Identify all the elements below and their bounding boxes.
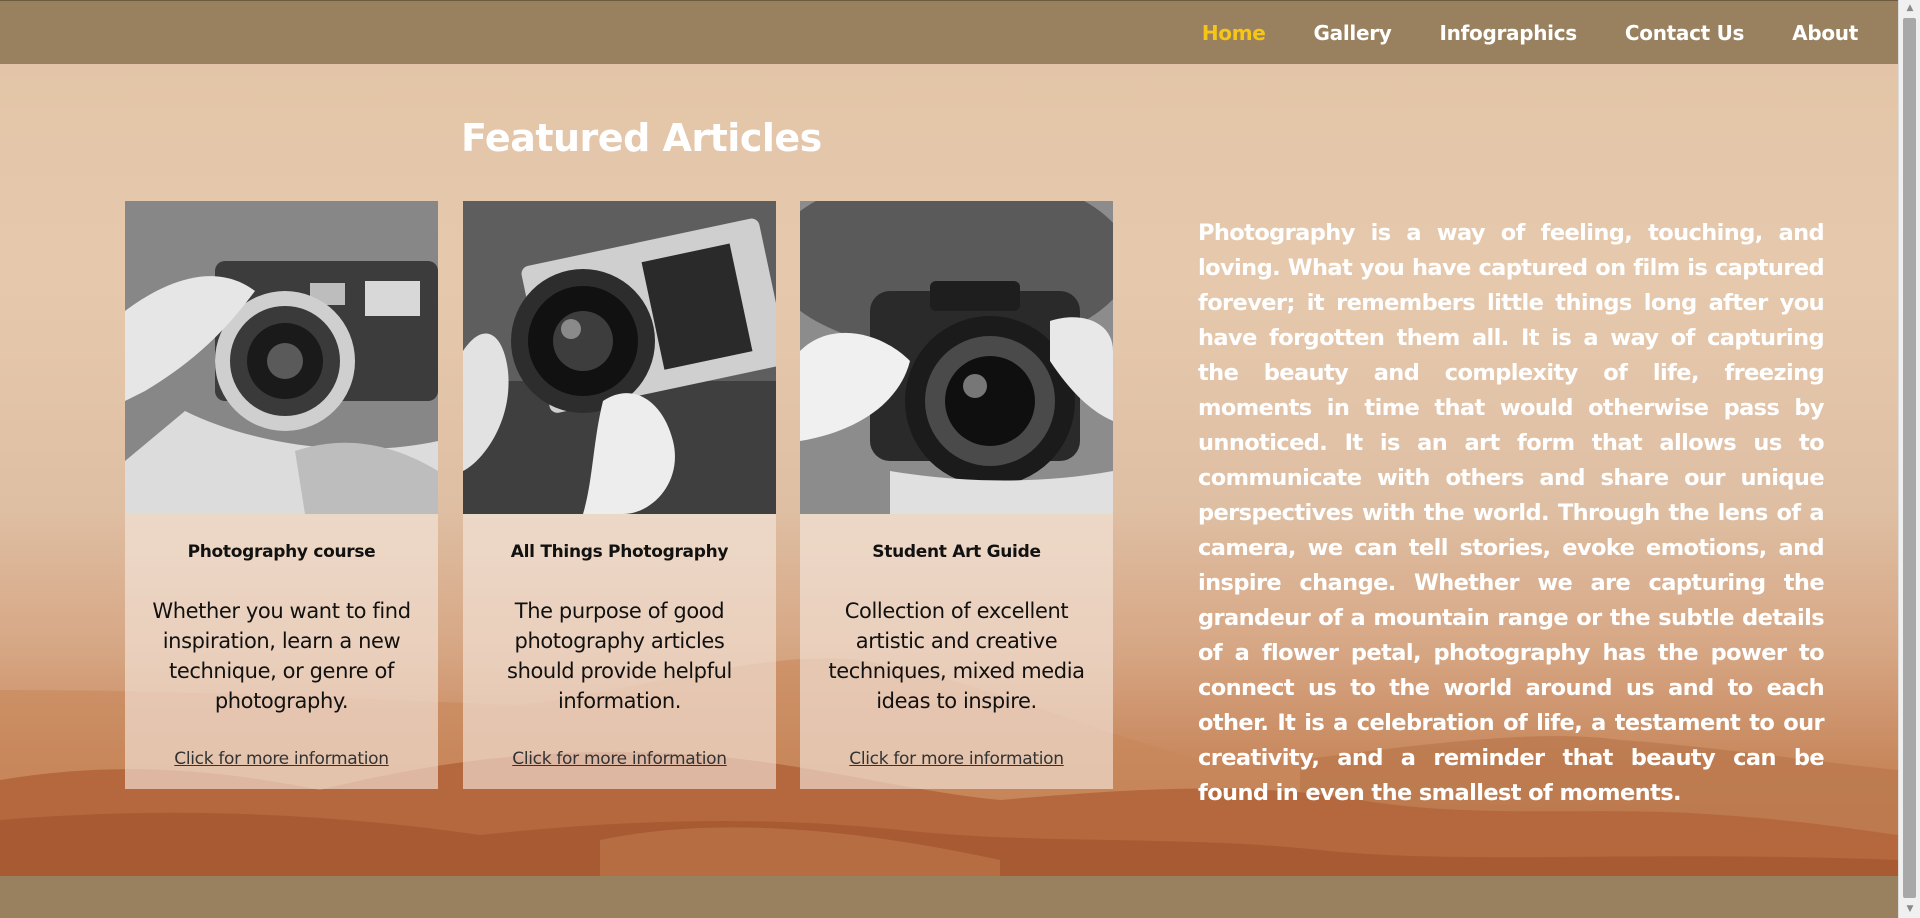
article-card: Photography course Whether you want to f… (125, 201, 438, 789)
footer-bar (0, 876, 1898, 918)
article-card: Student Art Guide Collection of excellen… (800, 201, 1113, 789)
card-description: Whether you want to find inspiration, le… (152, 599, 411, 713)
vertical-scrollbar[interactable]: ▲ ▼ (1898, 0, 1920, 918)
nav-gallery[interactable]: Gallery (1314, 21, 1392, 45)
card-more-info-link[interactable]: Click for more information (800, 749, 1113, 769)
scrollbar-thumb[interactable] (1903, 18, 1916, 898)
card-more-info-link[interactable]: Click for more information (463, 749, 776, 769)
photography-quote: Photography is a way of feeling, touchin… (1198, 220, 1825, 806)
card-title: Student Art Guide (872, 542, 1041, 562)
card-more-info-link[interactable]: Click for more information (125, 749, 438, 769)
nav-about[interactable]: About (1792, 21, 1858, 45)
person-holding-camera-photo[interactable] (800, 201, 1113, 514)
featured-articles-heading: Featured Articles (461, 116, 822, 160)
article-card: All Things Photography The purpose of go… (463, 201, 776, 789)
top-navbar: Home Gallery Infographics Contact Us Abo… (0, 0, 1898, 64)
nav-contact-us[interactable]: Contact Us (1625, 21, 1745, 45)
scroll-up-icon[interactable]: ▲ (1899, 0, 1920, 17)
film-camera-in-hand-photo[interactable] (463, 201, 776, 514)
card-title: Photography course (187, 542, 376, 562)
card-description: Collection of excellent artistic and cre… (828, 599, 1085, 713)
scroll-down-icon[interactable]: ▼ (1899, 901, 1920, 918)
card-title: All Things Photography (510, 542, 729, 562)
card-description: The purpose of good photography articles… (507, 599, 732, 713)
nav-home[interactable]: Home (1202, 21, 1266, 45)
nav-infographics[interactable]: Infographics (1440, 21, 1578, 45)
camera-lens-in-hands-photo[interactable] (125, 201, 438, 514)
